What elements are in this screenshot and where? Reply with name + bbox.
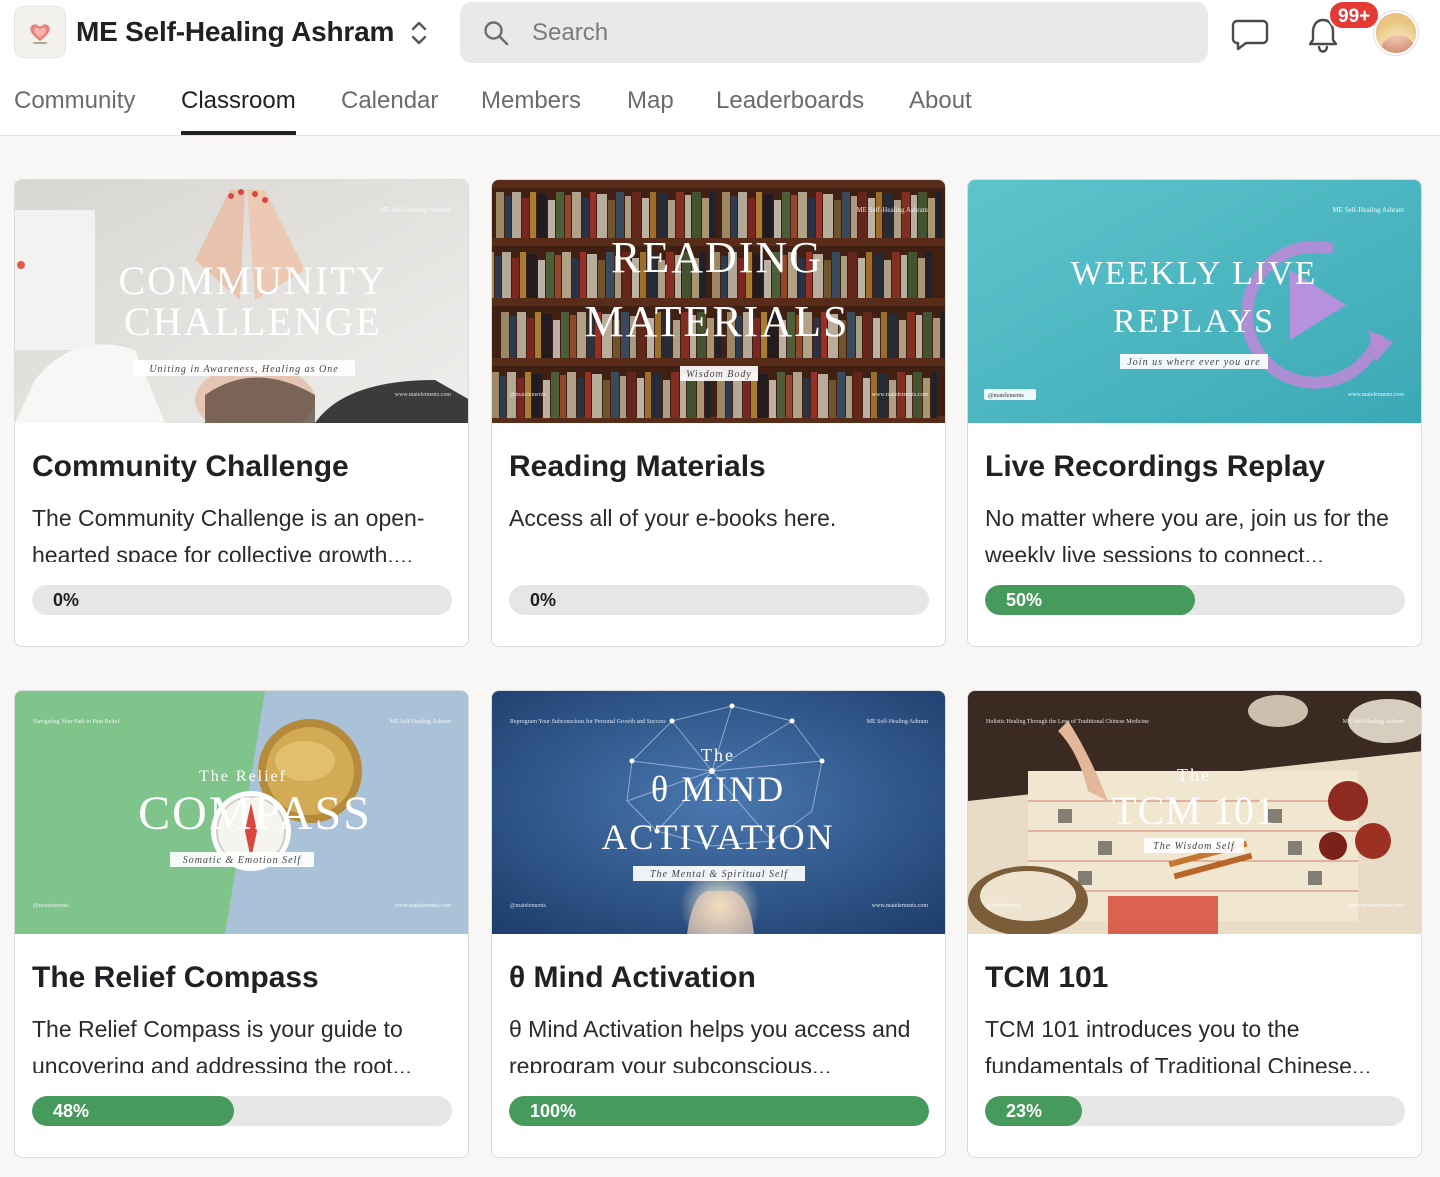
thumb-kicker: The <box>701 745 735 765</box>
thumb-tagline: Navigating Your Path to Pain Relief <box>33 718 119 725</box>
course-progress-bar: 0% <box>509 585 929 615</box>
course-thumbnail: The Relief COMPASS Somatic & Emotion Sel… <box>15 691 468 934</box>
course-progress-bar: 48% <box>32 1096 452 1126</box>
course-card[interactable]: COMMUNITY CHALLENGE Uniting in Awareness… <box>14 179 469 647</box>
course-title[interactable]: θ Mind Activation <box>509 959 929 997</box>
course-progress-bar: 0% <box>32 585 452 615</box>
thumb-handle: @maielements <box>510 903 547 909</box>
tab-about[interactable]: About <box>909 80 972 136</box>
thumb-handle: @maielements <box>988 393 1025 399</box>
course-progress-bar: 23% <box>985 1096 1405 1126</box>
course-title[interactable]: TCM 101 <box>985 959 1405 997</box>
thumb-brand: ME Self-Healing Ashram <box>1343 718 1405 725</box>
thumb-handle: @maielements <box>33 903 70 909</box>
course-card[interactable]: READING MATERIALS Wisdom Body ME Self-He… <box>491 179 946 647</box>
tab-community[interactable]: Community <box>14 80 135 136</box>
thumb-title-line-1: θ MIND <box>651 769 785 809</box>
thumb-handle: @maielements <box>510 392 547 398</box>
course-progress-bar: 50% <box>985 585 1405 615</box>
course-thumbnail: COMMUNITY CHALLENGE Uniting in Awareness… <box>15 180 468 423</box>
course-card[interactable]: The θ MIND ACTIVATION The Mental & Spiri… <box>491 690 946 1158</box>
thumb-site: www.maielements.com <box>395 903 452 909</box>
avatar-hair <box>1376 13 1416 53</box>
thumb-subtitle: Uniting in Awareness, Healing as One <box>149 364 338 375</box>
course-thumbnail: The TCM 101 The Wisdom Self Holistic Hea… <box>968 691 1421 934</box>
thumb-title-line-2: MATERIALS <box>585 297 850 346</box>
tab-calendar[interactable]: Calendar <box>341 80 438 136</box>
tab-leaderboards[interactable]: Leaderboards <box>716 80 864 136</box>
thumb-subtitle: Wisdom Body <box>686 369 752 380</box>
course-description: Access all of your e-books here. <box>509 505 837 531</box>
thumb-subtitle: Somatic & Emotion Self <box>183 855 302 866</box>
top-header: ME Self-Healing Ashram 99+ Community Cla… <box>0 0 1440 136</box>
course-thumbnail: READING MATERIALS Wisdom Body ME Self-He… <box>492 180 945 423</box>
progress-label: 0% <box>530 590 557 610</box>
progress-label: 0% <box>53 590 80 610</box>
course-description: TCM 101 introduces you to the fundamenta… <box>985 1016 1372 1073</box>
thumb-brand: ME Self-Healing Ashram <box>379 206 451 214</box>
course-title[interactable]: The Relief Compass <box>32 959 452 997</box>
course-card[interactable]: The Relief COMPASS Somatic & Emotion Sel… <box>14 690 469 1158</box>
thumb-title-line-1: WEEKLY LIVE <box>1071 255 1318 292</box>
group-switcher-button[interactable] <box>404 16 434 50</box>
chat-icon <box>1231 19 1269 51</box>
chat-button[interactable] <box>1228 14 1272 54</box>
user-avatar[interactable] <box>1374 11 1418 55</box>
thumb-site: www.maielements.com <box>872 903 929 909</box>
course-thumbnail: WEEKLY LIVE REPLAYS Join us where ever y… <box>968 180 1421 423</box>
thumb-kicker: The <box>1177 765 1211 785</box>
thumb-kicker: The Relief <box>199 768 287 785</box>
progress-label: 48% <box>53 1101 90 1121</box>
thumb-subtitle: The Wisdom Self <box>1153 841 1235 852</box>
thumb-site: www.maielements.com <box>1348 903 1405 909</box>
thumb-tagline: Holistic Healing Through the Lens of Tra… <box>986 718 1149 725</box>
notification-count-badge: 99+ <box>1328 0 1381 30</box>
progress-label: 23% <box>1006 1101 1043 1121</box>
chevron-up-down-icon <box>411 21 427 45</box>
progress-label: 50% <box>1006 590 1043 610</box>
thumb-handle: @maielements <box>986 903 1023 909</box>
course-card[interactable]: The TCM 101 The Wisdom Self Holistic Hea… <box>967 690 1422 1158</box>
thumb-title-line-1: TCM 101 <box>1112 788 1276 833</box>
thumb-title-line-2: CHALLENGE <box>124 299 382 344</box>
thumb-site: www.maielements.com <box>1348 392 1405 398</box>
tab-map[interactable]: Map <box>627 80 674 136</box>
progress-label: 100% <box>530 1101 577 1121</box>
course-description: The Relief Compass is your guide to unco… <box>32 1016 412 1073</box>
thumb-tagline: Reprogram Your Subconscious for Personal… <box>510 718 666 725</box>
search-input[interactable] <box>532 12 1172 54</box>
tab-members[interactable]: Members <box>481 80 581 136</box>
thumb-title-line-1: READING <box>611 233 823 282</box>
course-card[interactable]: WEEKLY LIVE REPLAYS Join us where ever y… <box>967 179 1422 647</box>
main-tabs: Community Classroom Calendar Members Map… <box>0 80 1440 136</box>
search-icon <box>484 21 509 46</box>
group-logo[interactable] <box>14 6 66 58</box>
thumb-subtitle: Join us where ever you are <box>1127 357 1260 368</box>
course-title[interactable]: Live Recordings Replay <box>985 448 1405 486</box>
thumb-title-line-1: COMMUNITY <box>118 258 387 303</box>
course-progress-bar: 100% <box>509 1096 929 1126</box>
thumb-title-line-2: REPLAYS <box>1113 303 1275 340</box>
course-title[interactable]: Reading Materials <box>509 448 929 486</box>
search-bar[interactable] <box>460 2 1208 63</box>
thumb-handle: @maielements <box>33 392 70 398</box>
thumb-site: www.maielements.com <box>395 392 452 398</box>
heart-logo-icon <box>30 24 50 44</box>
course-thumbnail: The θ MIND ACTIVATION The Mental & Spiri… <box>492 691 945 934</box>
course-title[interactable]: Community Challenge <box>32 448 452 486</box>
thumb-brand: ME Self-Healing Ashram <box>856 206 928 214</box>
thumb-brand: ME Self-Healing Ashram <box>1332 206 1404 214</box>
thumb-brand: ME Self-Healing Ashram <box>390 718 452 725</box>
thumb-subtitle: The Mental & Spiritual Self <box>650 869 788 880</box>
tab-classroom[interactable]: Classroom <box>181 80 296 136</box>
course-description: No matter where you are, join us for the… <box>985 505 1389 562</box>
thumb-site: www.maielements.com <box>872 392 929 398</box>
course-description: The Community Challenge is an open-heart… <box>32 505 425 562</box>
thumb-brand: ME Self-Healing Ashram <box>867 718 929 725</box>
course-description: θ Mind Activation helps you access and r… <box>509 1016 911 1073</box>
app-title[interactable]: ME Self-Healing Ashram <box>76 14 394 50</box>
thumb-title-line-1: COMPASS <box>138 787 372 840</box>
thumb-title-line-2: ACTIVATION <box>601 817 834 857</box>
